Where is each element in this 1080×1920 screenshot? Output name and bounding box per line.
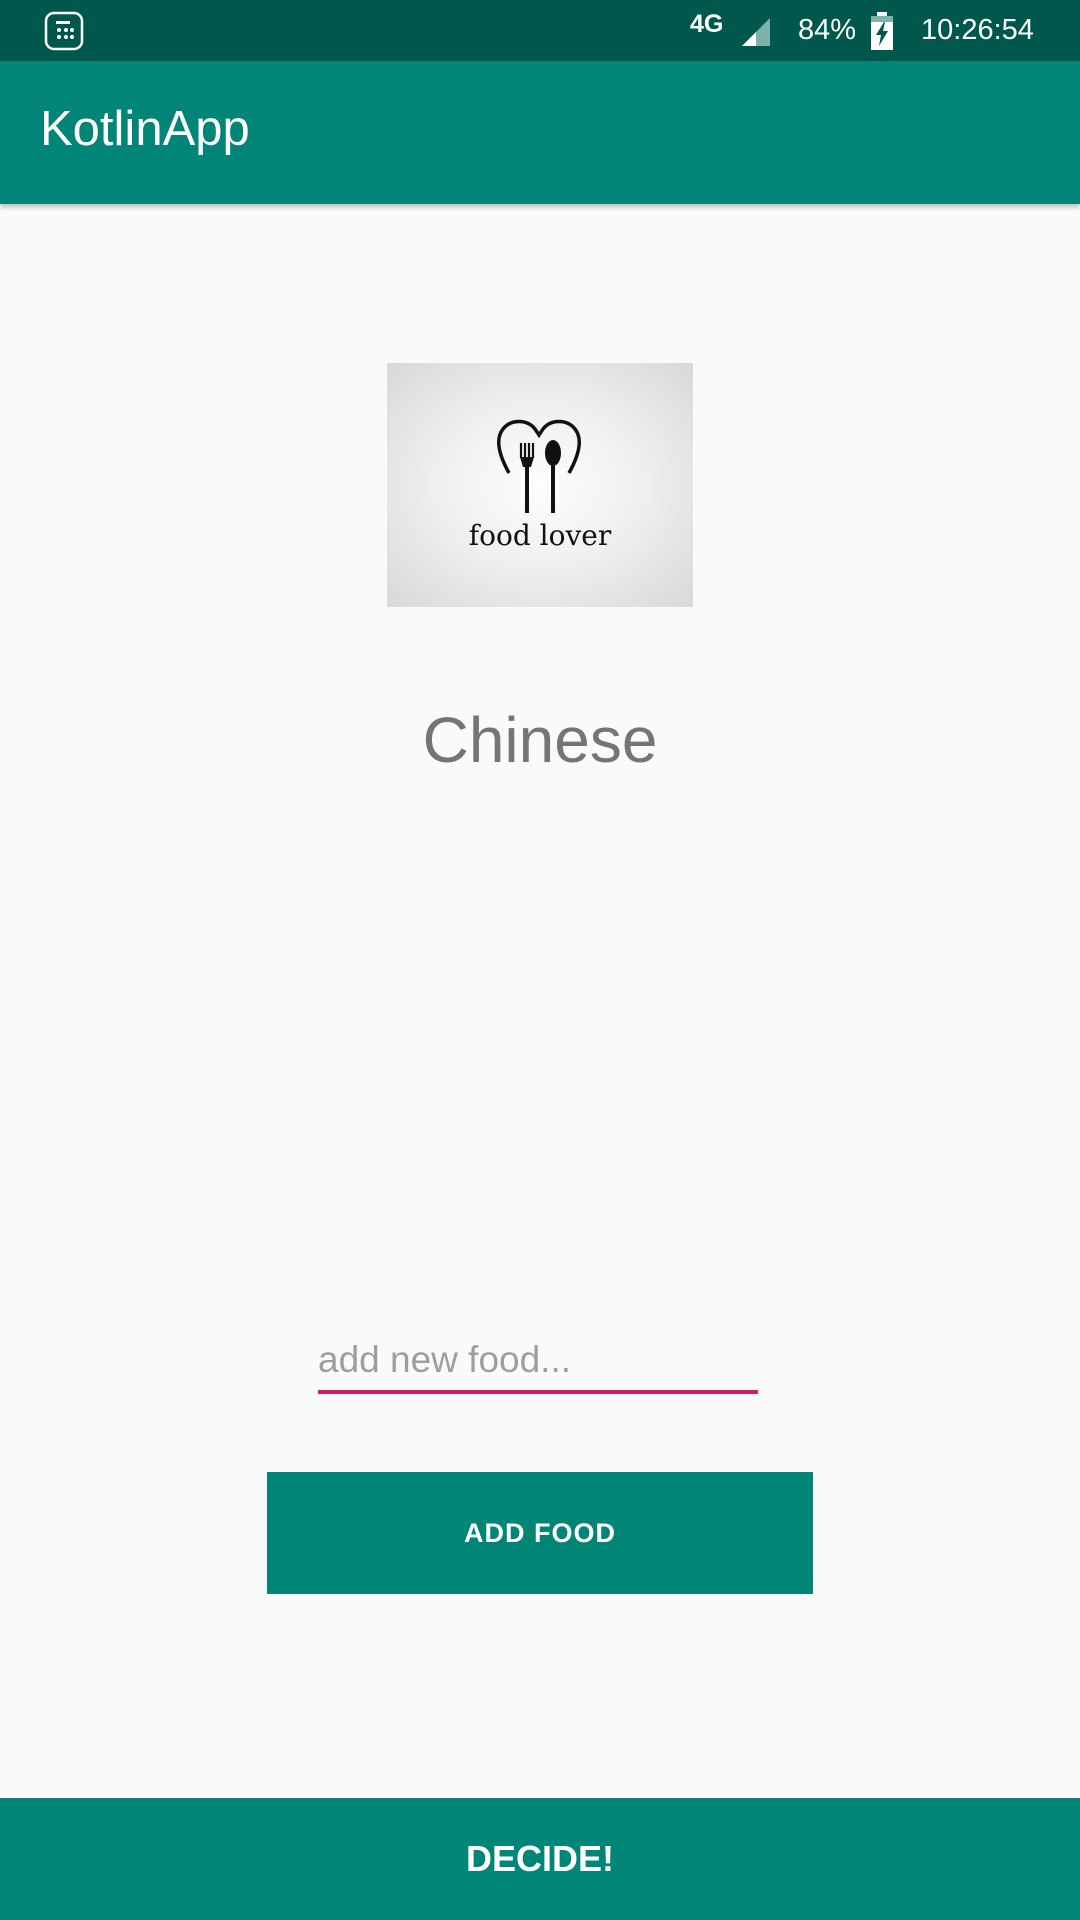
signal-icon [742, 18, 770, 46]
battery-charging-icon [871, 12, 893, 50]
app-title: KotlinApp [40, 102, 250, 156]
food-image: food lover [387, 363, 693, 607]
add-food-button[interactable]: ADD FOOD [267, 1472, 813, 1594]
app-notification-icon [44, 11, 84, 51]
logo-text: food lover [468, 519, 612, 552]
status-bar: 4G 84% 10:26:54 [0, 0, 1080, 61]
new-food-input[interactable] [318, 1330, 758, 1394]
decide-button[interactable]: DECIDE! [0, 1798, 1080, 1920]
battery-percent: 84% [798, 14, 857, 46]
network-type: 4G [690, 10, 724, 38]
screen: 4G 84% 10:26:54 KotlinApp food lover Chi… [0, 0, 1080, 1920]
app-bar: KotlinApp [0, 61, 1080, 204]
heart-fork-spoon-logo-icon [497, 419, 581, 513]
selected-food-label: Chinese [422, 704, 658, 776]
clock: 10:26:54 [921, 14, 1034, 46]
